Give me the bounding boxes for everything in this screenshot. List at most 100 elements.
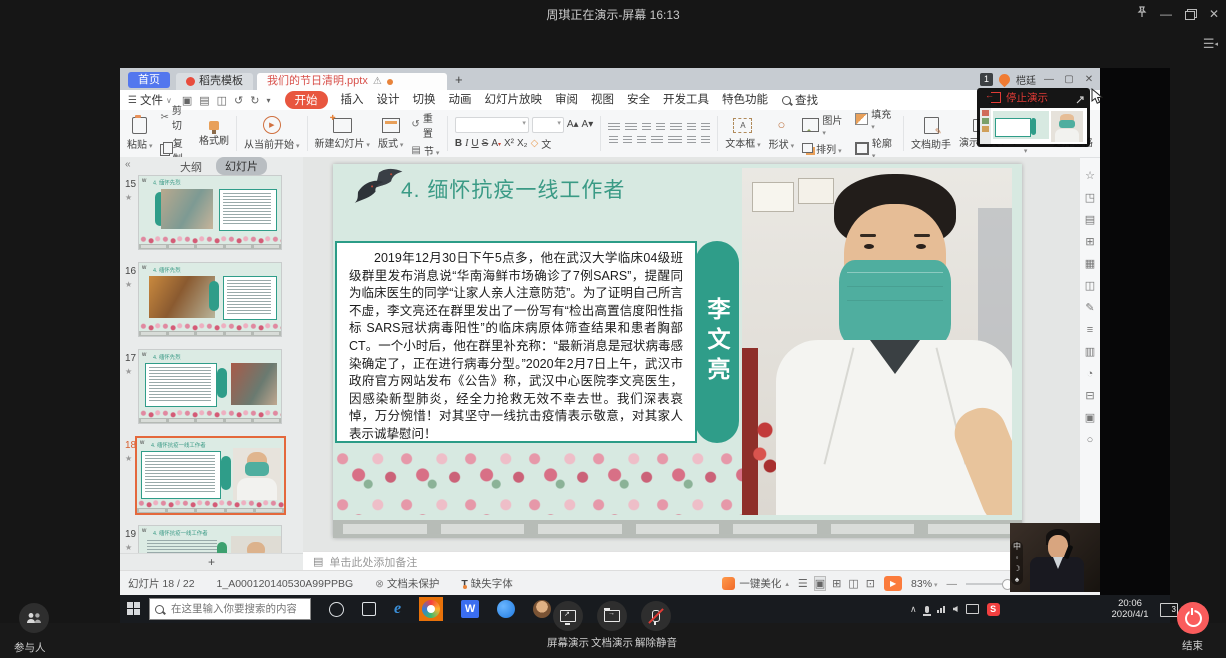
menu-devtools[interactable]: 开发工具 (663, 91, 709, 109)
slide-thumbnail-15[interactable]: w 4. 缅怀先烈 (138, 175, 282, 250)
tray-expand-icon[interactable]: ∧ (910, 604, 917, 615)
count-badge[interactable]: 1 (980, 73, 993, 86)
underline-button[interactable]: U (471, 138, 478, 149)
undo-icon[interactable] (234, 94, 243, 107)
strike-button[interactable]: S (482, 138, 489, 149)
sidebar-icon-8[interactable]: ≡ (1087, 325, 1093, 336)
italic-button[interactable]: I (465, 138, 468, 149)
end-meeting-label[interactable]: 结束 (1182, 638, 1203, 653)
reading-view-icon[interactable]: ◫ (848, 577, 858, 590)
sidebar-icon-1[interactable]: ☆ (1085, 171, 1095, 182)
bold-button[interactable]: B (455, 138, 462, 149)
zoom-level[interactable]: 83% (911, 578, 937, 590)
sorter-view-icon[interactable]: ⊞ (832, 577, 841, 590)
menu-review[interactable]: 审阅 (555, 91, 578, 109)
input-method-icon[interactable] (966, 604, 979, 614)
slide-body-textbox[interactable]: 2019年12月30日下午5点多，他在武汉大学临床04级班级群里发布消息说“华南… (335, 241, 697, 443)
close-button[interactable]: ✕ (1206, 6, 1222, 22)
name-pill[interactable]: 李文亮 (695, 241, 739, 443)
tab-document[interactable]: 我们的节日清明.pptx ⚠ (257, 73, 447, 90)
play-from-current-button[interactable]: 从当前开始 (244, 116, 299, 151)
print-icon[interactable] (199, 94, 209, 107)
font-grow-icon[interactable]: A▴ (567, 119, 579, 130)
unmute-label[interactable]: 解除静音 (635, 635, 677, 650)
align-left-icon[interactable] (609, 136, 618, 145)
menu-view[interactable]: 视图 (591, 91, 614, 109)
restore-button[interactable] (1182, 6, 1198, 22)
protection-status[interactable]: 文档未保护 (375, 576, 439, 591)
align-right-icon[interactable] (637, 136, 646, 145)
outline-tab[interactable]: 大纲 (180, 159, 202, 175)
fill-button[interactable]: 填充 (855, 106, 897, 132)
menu-start[interactable]: 开始 (285, 91, 328, 109)
screen-share-label[interactable]: 屏幕演示 (547, 635, 589, 650)
edge-browser-icon[interactable]: e (394, 600, 401, 618)
action-center-icon[interactable]: 3 (1160, 603, 1178, 617)
reset-button[interactable]: 重置 (411, 110, 439, 140)
highlight-icon[interactable] (531, 138, 539, 149)
wps-minimize-button[interactable]: — (1042, 74, 1056, 85)
normal-view-icon[interactable]: ▣ (815, 577, 825, 590)
section-button[interactable]: 节 (411, 143, 439, 158)
sidebar-icon-4[interactable]: ⊞ (1085, 237, 1094, 248)
doc-share-label[interactable]: 文档演示 (591, 635, 633, 650)
taskbar-avatar[interactable] (533, 600, 551, 618)
sidebar-icon-5[interactable]: ▦ (1085, 259, 1095, 270)
missing-font-status[interactable]: 缺失字体 (461, 576, 512, 591)
layout-button[interactable]: 版式 (378, 118, 403, 150)
wps-app-icon[interactable]: W (461, 600, 479, 618)
user-name[interactable]: 桤廷 (1016, 72, 1036, 87)
stop-sharing-button[interactable]: 停止演示 (1006, 90, 1048, 105)
distribute-icon[interactable] (668, 136, 682, 145)
slideshow-play-button[interactable] (884, 576, 902, 591)
columns-icon[interactable] (687, 123, 696, 132)
menu-insert[interactable]: 插入 (341, 91, 364, 109)
phonetic-icon[interactable] (541, 136, 551, 151)
meeting-app-icon[interactable] (497, 600, 515, 618)
collapse-panel-icon[interactable]: « (125, 159, 131, 170)
taskbar-search[interactable] (149, 598, 311, 620)
screen-share-button[interactable] (553, 601, 583, 631)
task-view-icon[interactable] (362, 602, 376, 616)
slide-thumbnail-18-selected[interactable]: w 4. 缅怀抗疫一线工作者 (135, 436, 286, 515)
cortana-icon[interactable] (329, 602, 344, 617)
font-name-input[interactable] (455, 117, 529, 133)
font-color-icon[interactable]: A (491, 138, 501, 149)
active-app-icon[interactable] (419, 597, 443, 621)
text-direction-icon[interactable] (670, 123, 682, 132)
numbering-icon[interactable] (625, 123, 637, 132)
bullets-icon[interactable] (608, 123, 620, 132)
font-shrink-icon[interactable]: A▾ (582, 119, 594, 130)
new-tab-button[interactable]: + (455, 72, 463, 87)
quickbar-more-icon[interactable] (266, 94, 270, 107)
start-button[interactable] (127, 602, 141, 616)
sidebar-icon-13[interactable]: ○ (1087, 435, 1094, 446)
menu-find[interactable]: 查找 (782, 92, 818, 108)
participants-label[interactable]: 参与人 (14, 640, 46, 655)
search-input[interactable] (169, 602, 298, 616)
sidebar-icon-7[interactable]: ✎ (1085, 303, 1094, 314)
sidebar-icon-6[interactable]: ◫ (1085, 281, 1095, 292)
mic-tray-icon[interactable] (925, 606, 929, 613)
justify-icon[interactable] (651, 136, 663, 145)
unmute-button[interactable] (641, 601, 671, 631)
sidebar-icon-2[interactable]: ◳ (1085, 193, 1095, 204)
participants-button[interactable] (19, 603, 49, 633)
cut-button[interactable]: 剪切 (160, 102, 191, 132)
shapes-button[interactable]: 形状 (769, 116, 794, 151)
new-slide-button[interactable]: 新建幻灯片 (314, 118, 369, 150)
wps-restore-button[interactable]: ▢ (1062, 74, 1076, 85)
picture-button[interactable]: 图片 (802, 112, 846, 138)
doc-share-button[interactable] (597, 601, 627, 631)
align-center-icon[interactable] (623, 136, 632, 145)
sidebar-icon-12[interactable]: ▣ (1085, 413, 1095, 424)
sidebar-icon-11[interactable]: ⊟ (1085, 391, 1094, 402)
print-preview-icon[interactable] (217, 94, 227, 107)
textbox-button[interactable]: 文本框 (725, 118, 760, 150)
outdent-icon[interactable] (642, 123, 651, 132)
font-size-input[interactable] (532, 117, 564, 133)
volume-icon[interactable] (953, 606, 958, 612)
slide-title[interactable]: 4. 缅怀抗疫一线工作者 (401, 174, 625, 204)
slide-thumbnail-16[interactable]: w 4. 缅怀先烈 (138, 262, 282, 337)
sidebar-icon-10[interactable]: ◔ (1087, 369, 1094, 380)
